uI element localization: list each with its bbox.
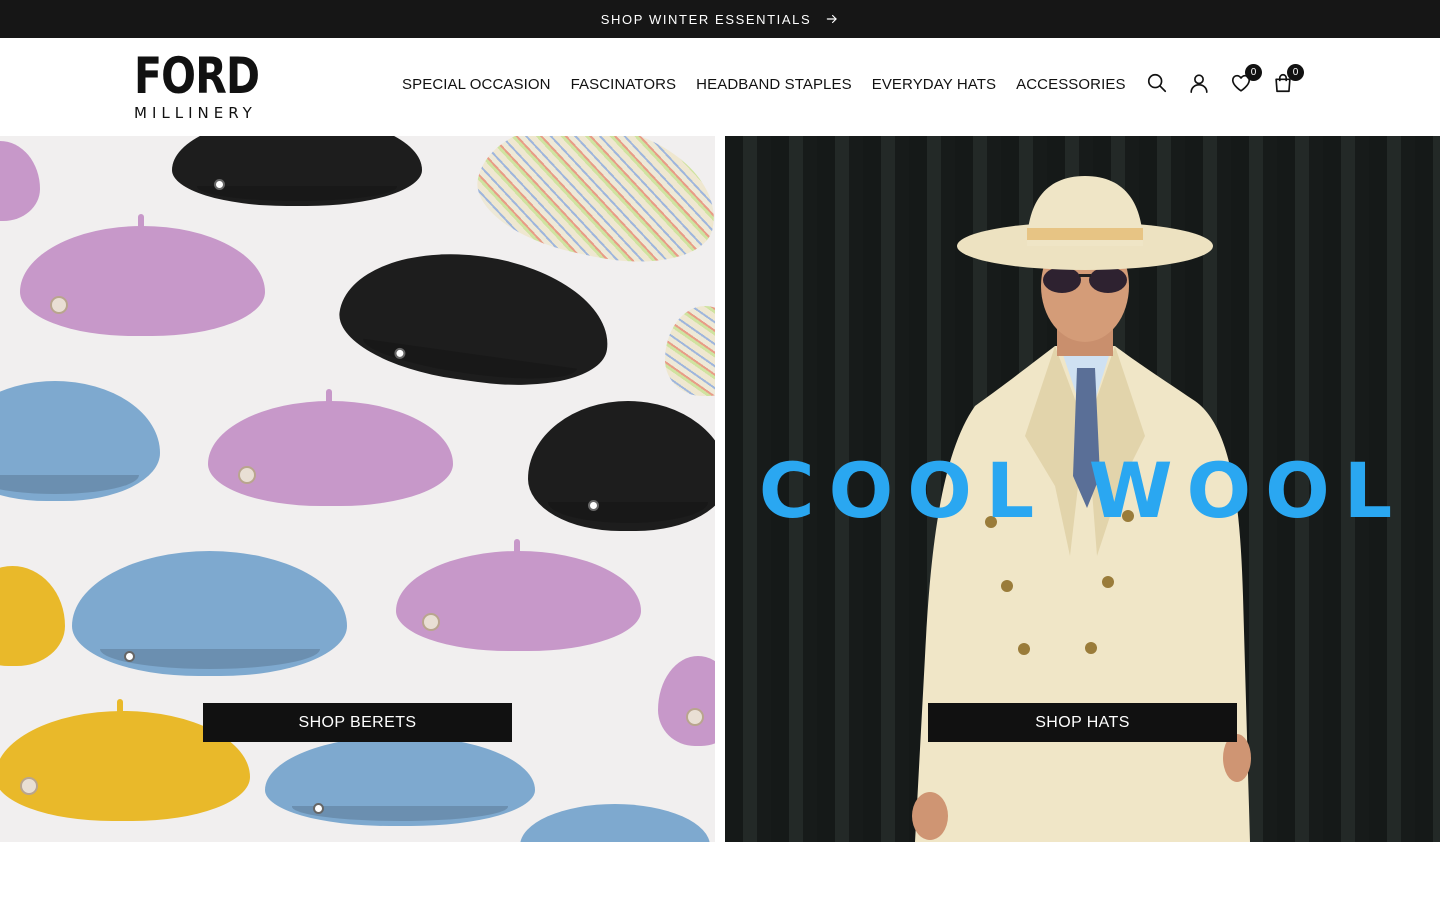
wishlist-count: 0 — [1245, 64, 1262, 81]
shop-hats-button[interactable]: SHOP HATS — [928, 703, 1237, 742]
nav-item-everyday-hats[interactable]: EVERYDAY HATS — [872, 76, 996, 93]
cart-button[interactable]: 0 — [1272, 64, 1304, 94]
nav-item-fascinators[interactable]: FASCINATORS — [571, 76, 677, 93]
site-header: FORD MILLINERY SPECIAL OCCASION FASCINAT… — [0, 38, 1440, 136]
brand-logo[interactable]: FORD MILLINERY — [134, 47, 260, 124]
brand-subtitle: MILLINERY — [134, 104, 257, 122]
nav-item-accessories[interactable]: ACCESSORIES — [1016, 76, 1125, 93]
nav-item-special-occasion[interactable]: SPECIAL OCCASION — [402, 76, 551, 93]
user-icon — [1190, 74, 1208, 93]
nav-item-headband-staples[interactable]: HEADBAND STAPLES — [696, 76, 852, 93]
arrow-right-icon — [827, 14, 837, 24]
wishlist-button[interactable]: 0 — [1230, 64, 1262, 94]
hero-cool-wool[interactable]: COOL WOOL SHOP HATS — [725, 136, 1440, 842]
search-icon — [1147, 73, 1167, 93]
announcement-bar[interactable]: SHOP WINTER ESSENTIALS — [0, 0, 1440, 38]
cart-count: 0 — [1287, 64, 1304, 81]
shop-berets-button[interactable]: SHOP BERETS — [203, 703, 512, 742]
search-button[interactable] — [1146, 72, 1168, 94]
account-button[interactable] — [1188, 72, 1210, 94]
main-nav: SPECIAL OCCASION FASCINATORS HEADBAND ST… — [402, 76, 1126, 93]
brand-name: FORD — [134, 47, 260, 105]
announcement-text: SHOP WINTER ESSENTIALS — [600, 11, 812, 27]
header-icons: 0 0 — [1146, 64, 1304, 94]
hero-berets[interactable]: SHOP BERETS — [0, 136, 715, 842]
